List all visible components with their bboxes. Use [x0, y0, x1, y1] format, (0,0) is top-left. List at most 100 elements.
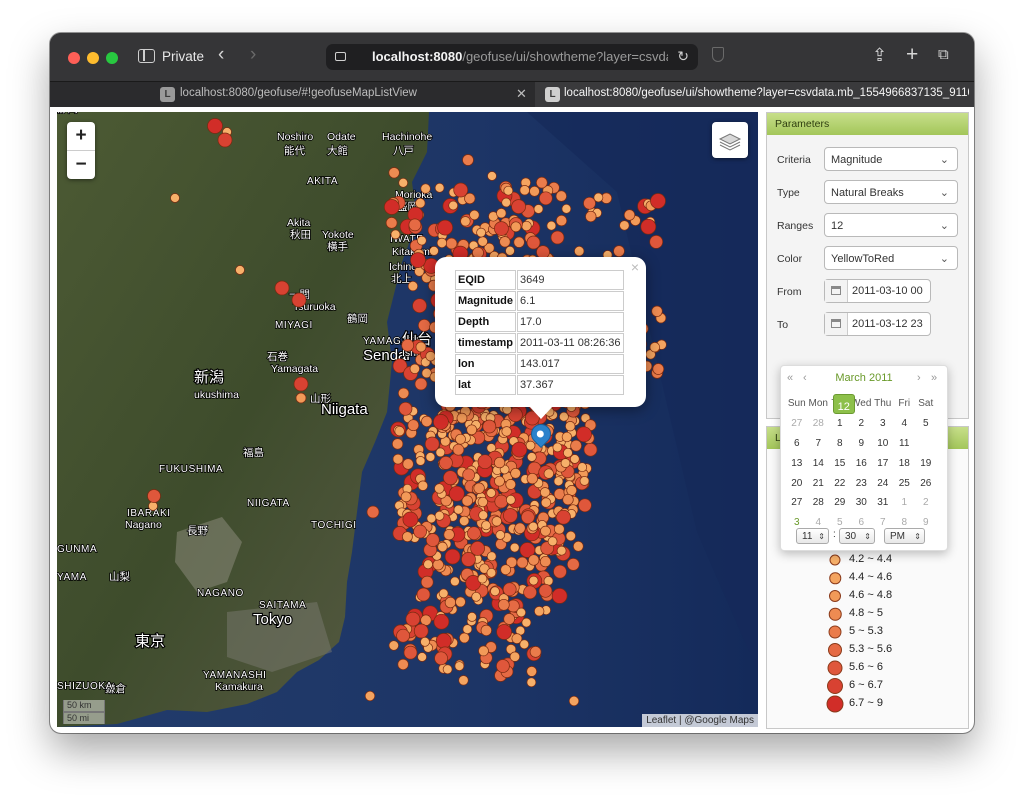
earthquake-point[interactable] — [413, 524, 427, 539]
earthquake-point[interactable] — [552, 442, 563, 453]
earthquake-point[interactable] — [550, 230, 565, 245]
earthquake-point[interactable] — [426, 513, 437, 524]
calendar-day[interactable]: 4 — [894, 414, 916, 434]
earthquake-point[interactable] — [526, 472, 538, 485]
earthquake-point[interactable] — [434, 510, 445, 521]
earthquake-point[interactable] — [521, 617, 532, 628]
earthquake-point[interactable] — [525, 440, 536, 451]
earthquake-point[interactable] — [505, 245, 515, 256]
calendar-day[interactable]: 27 — [786, 414, 808, 434]
back-button[interactable]: ‹ — [218, 45, 224, 65]
earthquake-point[interactable] — [217, 132, 233, 148]
from-date-field[interactable]: 2011-03-10 00 — [824, 279, 931, 303]
earthquake-point[interactable] — [392, 453, 404, 465]
earthquake-point[interactable] — [477, 496, 488, 508]
earthquake-point[interactable] — [486, 551, 497, 562]
earthquake-point[interactable] — [448, 200, 459, 211]
earthquake-point[interactable] — [402, 531, 413, 543]
earthquake-point[interactable] — [619, 220, 630, 231]
earthquake-point[interactable] — [453, 504, 464, 515]
earthquake-point[interactable] — [513, 236, 525, 248]
earthquake-point[interactable] — [383, 199, 400, 215]
earthquake-point[interactable] — [593, 192, 604, 203]
reload-icon[interactable]: ↻ — [677, 48, 689, 65]
earthquake-point[interactable] — [434, 483, 445, 494]
calendar-day[interactable]: 11 — [894, 434, 916, 454]
earthquake-map[interactable]: Noshiro 能代 Odate 大館 Hachinohe 八戸 AKITA Morioka 盛… — [57, 112, 758, 727]
earthquake-point[interactable] — [480, 624, 492, 637]
sidebar-toggle-icon[interactable] — [138, 49, 155, 63]
earthquake-point[interactable] — [443, 528, 455, 541]
earthquake-point[interactable] — [519, 185, 530, 196]
earthquake-point[interactable] — [577, 462, 588, 473]
earthquake-point[interactable] — [503, 185, 514, 196]
earthquake-point[interactable] — [433, 414, 449, 430]
calendar-day[interactable]: 1 — [894, 493, 916, 513]
earthquake-point[interactable] — [390, 229, 401, 240]
earthquake-point[interactable] — [497, 598, 510, 611]
calendar-day[interactable]: 3 — [872, 414, 894, 434]
earthquake-point[interactable] — [553, 476, 564, 487]
earthquake-point[interactable] — [482, 419, 497, 434]
earthquake-point[interactable] — [579, 476, 590, 486]
earthquake-point[interactable] — [511, 441, 528, 458]
tab-overview-icon[interactable]: ⧉ — [938, 45, 949, 65]
earthquake-point[interactable] — [649, 235, 664, 249]
earthquake-point[interactable] — [235, 265, 245, 275]
earthquake-point[interactable] — [425, 452, 436, 462]
type-select[interactable]: Natural Breaks ⌄ — [824, 180, 958, 204]
earthquake-point[interactable] — [510, 467, 521, 479]
ranges-select[interactable]: 12 ⌄ — [824, 213, 958, 237]
earthquake-point[interactable] — [455, 596, 466, 608]
earthquake-point[interactable] — [495, 530, 506, 540]
earthquake-point[interactable] — [416, 235, 427, 246]
earthquake-point[interactable] — [432, 559, 444, 571]
earthquake-point[interactable] — [435, 633, 452, 649]
earthquake-point[interactable] — [477, 573, 488, 584]
earthquake-point[interactable] — [501, 197, 512, 208]
earthquake-point[interactable] — [490, 586, 500, 597]
earthquake-point[interactable] — [516, 607, 527, 618]
earthquake-point[interactable] — [403, 645, 418, 660]
earthquake-point[interactable] — [516, 556, 529, 569]
calendar-day[interactable]: 8 — [829, 434, 851, 454]
earthquake-point[interactable] — [649, 342, 660, 353]
earthquake-point[interactable] — [562, 493, 574, 506]
earthquake-point[interactable] — [398, 401, 413, 416]
earthquake-point[interactable] — [274, 280, 290, 296]
earthquake-point[interactable] — [438, 588, 449, 599]
earthquake-point[interactable] — [477, 236, 488, 247]
earthquake-point[interactable] — [434, 651, 448, 666]
earthquake-point[interactable] — [496, 659, 510, 673]
earthquake-point[interactable] — [502, 582, 517, 597]
earthquake-point[interactable] — [402, 511, 419, 528]
earthquake-point[interactable] — [500, 564, 512, 576]
earthquake-point[interactable] — [470, 541, 485, 556]
earthquake-point[interactable] — [486, 488, 497, 498]
earthquake-point[interactable] — [396, 628, 410, 643]
earthquake-point[interactable] — [148, 501, 158, 511]
earthquake-point[interactable] — [462, 468, 476, 482]
earthquake-point[interactable] — [388, 640, 399, 651]
earthquake-point[interactable] — [560, 458, 571, 468]
calendar-day[interactable]: 14 — [808, 453, 830, 473]
earthquake-point[interactable] — [467, 526, 481, 541]
earthquake-point[interactable] — [540, 497, 552, 508]
earthquake-point[interactable] — [547, 536, 558, 547]
earthquake-point[interactable] — [561, 203, 572, 214]
earthquake-point[interactable] — [540, 525, 551, 537]
earthquake-point[interactable] — [417, 319, 431, 332]
earthquake-point[interactable] — [538, 191, 553, 206]
earthquake-point[interactable] — [553, 523, 565, 535]
earthquake-point[interactable] — [509, 651, 521, 662]
earthquake-point[interactable] — [570, 439, 582, 452]
earthquake-point[interactable] — [583, 196, 596, 210]
map-attribution[interactable]: Leaflet | @Google Maps — [642, 714, 758, 727]
popup-close-icon[interactable]: × — [631, 259, 639, 275]
forward-button[interactable]: › — [250, 45, 256, 65]
earthquake-point[interactable] — [416, 587, 431, 602]
earthquake-point[interactable] — [412, 298, 427, 314]
earthquake-point[interactable] — [433, 613, 450, 630]
next-year-icon[interactable]: » — [931, 372, 937, 384]
earthquake-point[interactable] — [408, 218, 422, 232]
